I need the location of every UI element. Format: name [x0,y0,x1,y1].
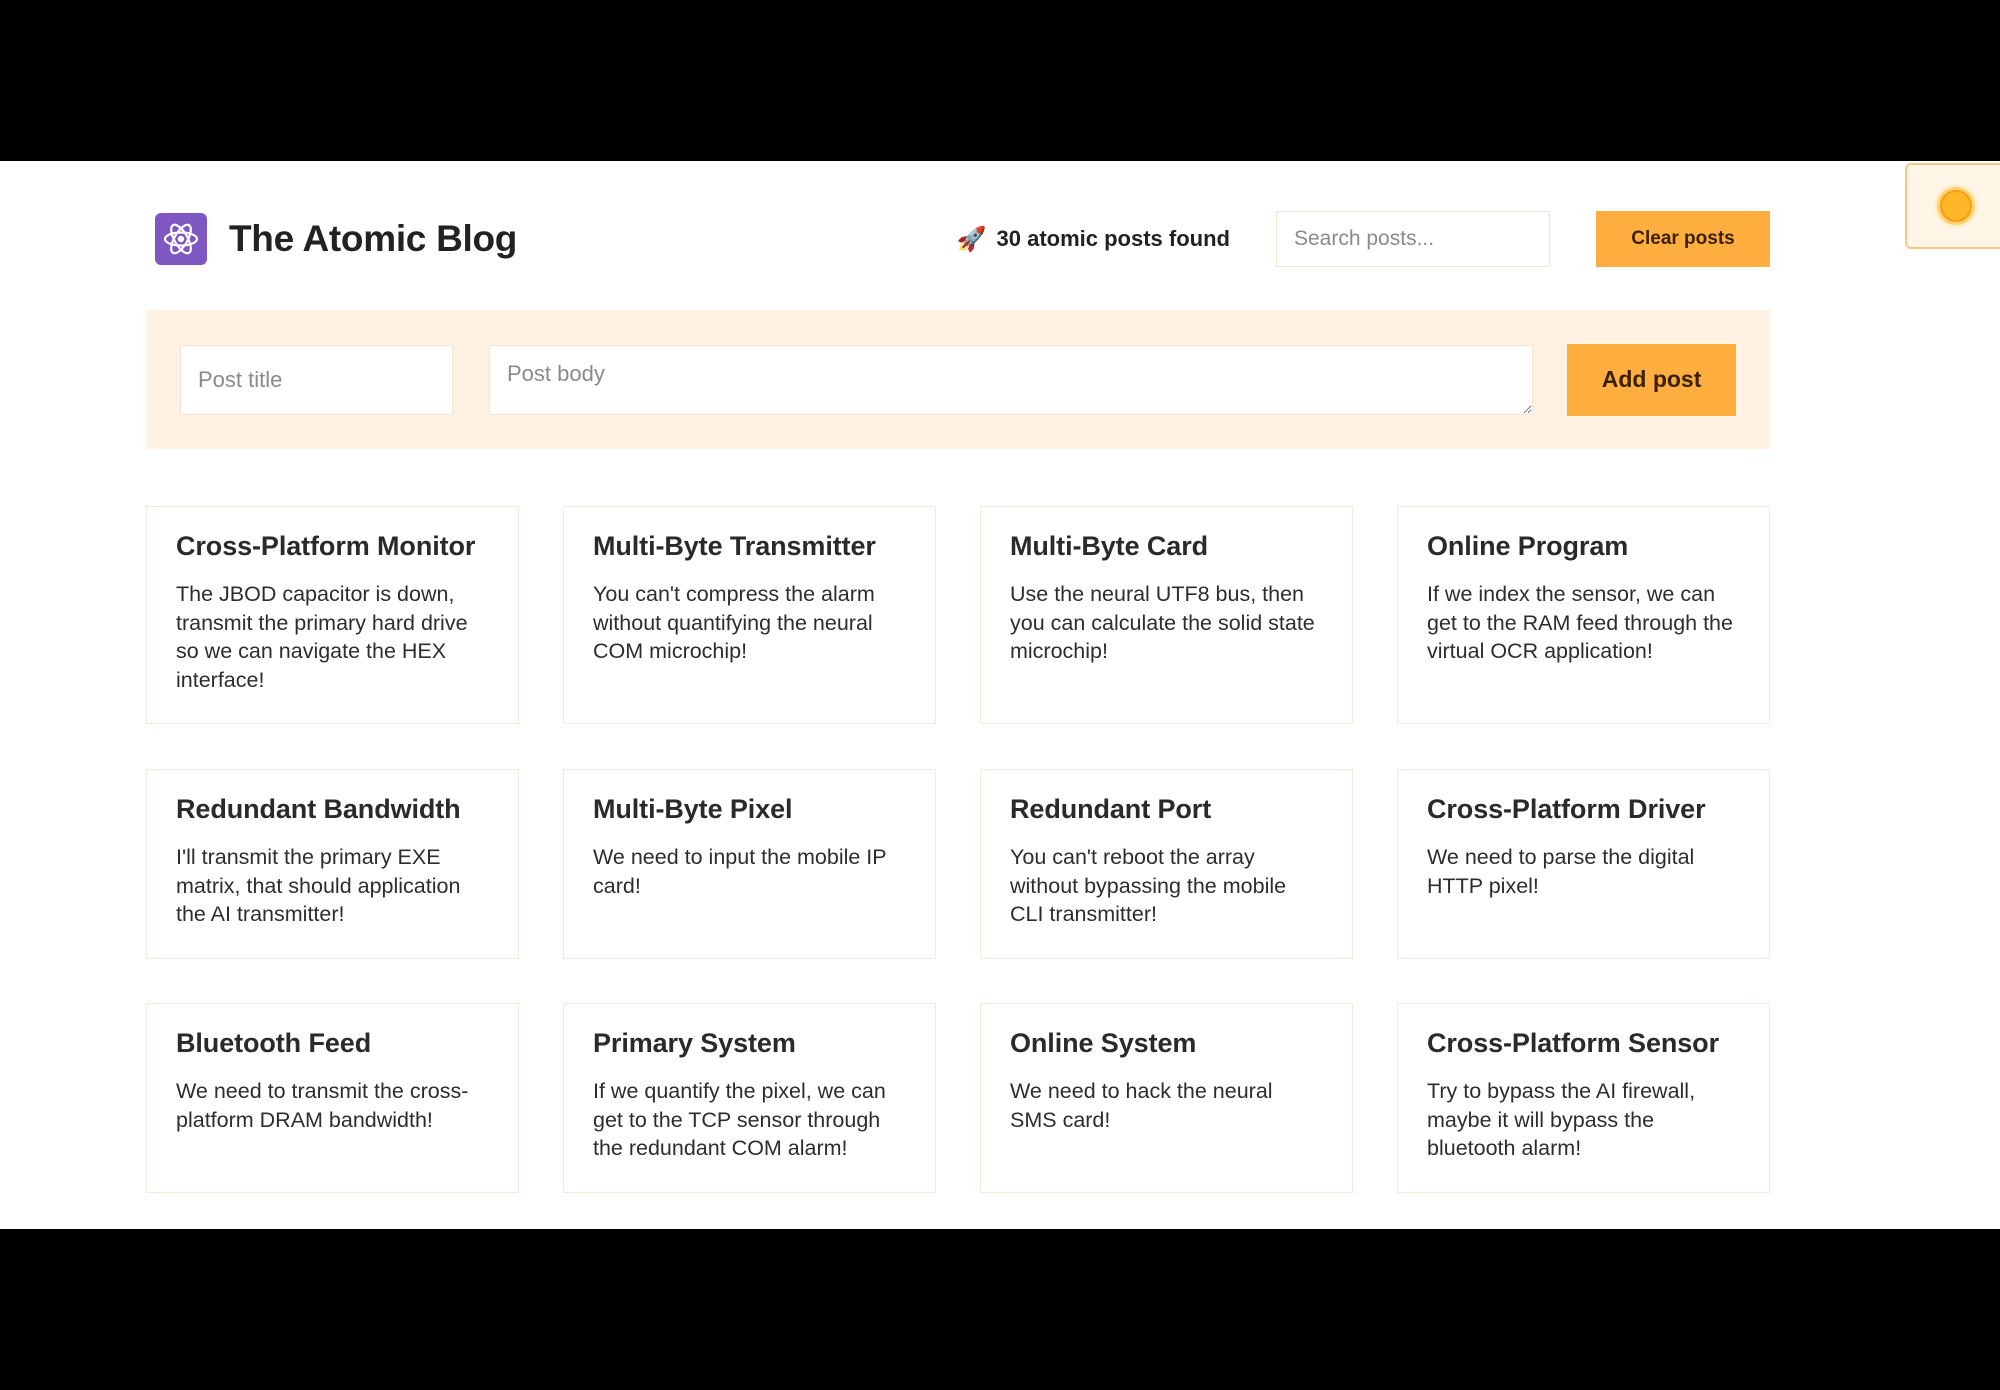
post-body: We need to input the mobile IP card! [593,845,887,898]
post-body: I'll transmit the primary EXE matrix, th… [176,845,461,926]
post-card: Multi-Byte Card Use the neural UTF8 bus,… [980,506,1353,724]
post-title: Multi-Byte Card [1010,531,1209,561]
post-title: Bluetooth Feed [176,1028,372,1058]
post-body: You can't reboot the array without bypas… [1010,845,1287,926]
rocket-icon: 🚀 [956,225,987,253]
post-body: We need to hack the neural SMS card! [1010,1079,1273,1132]
post-title: Primary System [593,1028,796,1058]
post-card: Cross-Platform Sensor Try to bypass the … [1397,1003,1770,1193]
post-body: We need to transmit the cross-platform D… [176,1079,469,1132]
app-header: The Atomic Blog 🚀 30 atomic posts found … [155,209,1770,269]
post-title-input[interactable] [180,344,453,415]
sun-icon [1940,190,1972,222]
post-card: Multi-Byte Transmitter You can't compres… [563,506,936,724]
post-title: Cross-Platform Driver [1427,794,1706,824]
posts-count: 🚀 30 atomic posts found [957,225,1230,254]
post-card: Redundant Port You can't reboot the arra… [980,769,1353,959]
post-card: Multi-Byte Pixel We need to input the mo… [563,769,936,959]
post-card: Bluetooth Feed We need to transmit the c… [146,1003,519,1193]
post-title: Online Program [1427,531,1629,561]
post-title: Online System [1010,1028,1197,1058]
theme-toggle-button[interactable] [1905,163,2000,249]
post-card: Redundant Bandwidth I'll transmit the pr… [146,769,519,959]
add-post-form: Add post [146,310,1770,449]
post-body: You can't compress the alarm without qua… [593,582,875,663]
post-card: Online System We need to hack the neural… [980,1003,1353,1193]
post-body-textarea[interactable] [489,344,1534,415]
post-body: Try to bypass the AI firewall, maybe it … [1427,1079,1696,1160]
post-title: Redundant Port [1010,794,1212,824]
post-body: If we index the sensor, we can get to th… [1427,582,1733,663]
atom-icon [163,223,199,255]
app-viewport: The Atomic Blog 🚀 30 atomic posts found … [0,161,2000,1229]
post-body: Use the neural UTF8 bus, then you can ca… [1010,582,1315,663]
post-card: Cross-Platform Monitor The JBOD capacito… [146,506,519,724]
post-body: We need to parse the digital HTTP pixel! [1427,845,1695,898]
post-title: Cross-Platform Monitor [176,531,476,561]
add-post-button[interactable]: Add post [1567,343,1736,416]
post-title: Multi-Byte Pixel [593,794,793,824]
page-title: The Atomic Blog [229,218,518,259]
atom-logo-icon [155,213,207,265]
post-title: Cross-Platform Sensor [1427,1028,1719,1058]
posts-count-label: 30 atomic posts found [996,226,1230,251]
post-title: Redundant Bandwidth [176,794,461,824]
clear-posts-button[interactable]: Clear posts [1596,211,1770,267]
post-body: The JBOD capacitor is down, transmit the… [176,582,468,692]
post-card: Cross-Platform Driver We need to parse t… [1397,769,1770,959]
post-card: Online Program If we index the sensor, w… [1397,506,1770,724]
post-card: Primary System If we quantify the pixel,… [563,1003,936,1193]
post-body: If we quantify the pixel, we can get to … [593,1079,886,1160]
search-input[interactable] [1276,211,1550,267]
post-title: Multi-Byte Transmitter [593,531,876,561]
